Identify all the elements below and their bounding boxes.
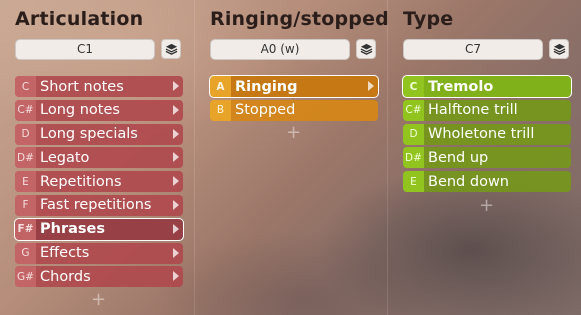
- layers-button[interactable]: [161, 39, 181, 59]
- key-badge: A: [210, 76, 231, 97]
- key-badge: D#: [403, 147, 424, 169]
- chevron-right-icon[interactable]: [173, 223, 179, 234]
- add-button[interactable]: +: [286, 124, 301, 142]
- item-label: Bend up: [428, 149, 489, 166]
- column-title: Articulation: [15, 8, 144, 30]
- item-label: Phrases: [40, 221, 105, 238]
- list-item[interactable]: F Fast repetitions: [15, 194, 183, 216]
- item-label: Legato: [40, 149, 90, 166]
- keyswitch-row: A0 (w): [210, 38, 376, 60]
- item-label: Bend down: [428, 173, 509, 190]
- ringing-list: A Ringing B Stopped: [209, 75, 379, 124]
- item-label: Short notes: [40, 78, 124, 95]
- keyswitch-field[interactable]: C1: [15, 38, 155, 60]
- item-label: Halftone trill: [428, 102, 518, 119]
- item-label: Stopped: [235, 102, 296, 119]
- list-item-selected[interactable]: A Ringing: [209, 75, 379, 98]
- key-badge: D: [403, 123, 424, 145]
- chevron-right-icon[interactable]: [173, 152, 179, 163]
- list-item[interactable]: G Effects: [15, 242, 183, 264]
- layers-icon: [165, 43, 177, 55]
- key-badge: G: [15, 242, 36, 264]
- list-item[interactable]: D Long specials: [15, 123, 183, 145]
- item-label: Wholetone trill: [428, 126, 535, 143]
- key-badge: B: [210, 99, 231, 121]
- item-label: Tremolo: [428, 78, 494, 95]
- list-item-selected[interactable]: F# Phrases: [14, 217, 184, 241]
- chevron-right-icon[interactable]: [173, 176, 179, 187]
- key-badge: E: [15, 171, 36, 193]
- chevron-right-icon[interactable]: [173, 81, 179, 91]
- item-label: Effects: [40, 245, 90, 262]
- item-label: Fast repetitions: [40, 197, 152, 214]
- list-item[interactable]: C# Long notes: [15, 99, 183, 121]
- layers-button[interactable]: [356, 39, 376, 59]
- add-button[interactable]: +: [479, 197, 494, 215]
- layers-icon: [553, 43, 565, 55]
- key-badge: G#: [15, 266, 36, 288]
- keyswitch-field[interactable]: A0 (w): [210, 38, 350, 60]
- type-list: C Tremolo C# Halftone trill D Wholetone tri…: [402, 75, 572, 195]
- layers-button[interactable]: [549, 39, 569, 59]
- chevron-right-icon[interactable]: [173, 104, 179, 115]
- list-item[interactable]: C Short notes: [15, 76, 183, 97]
- keyswitch-field[interactable]: C7: [403, 38, 543, 60]
- keyswitch-row: C1: [15, 38, 181, 60]
- key-badge: F: [15, 194, 36, 216]
- list-item[interactable]: E Repetitions: [15, 171, 183, 193]
- chevron-right-icon[interactable]: [368, 81, 374, 91]
- list-item[interactable]: B Stopped: [210, 99, 378, 121]
- item-label: Long notes: [40, 102, 120, 119]
- column-title: Ringing/stopped: [210, 8, 389, 30]
- item-label: Chords: [40, 268, 91, 285]
- list-item[interactable]: D Wholetone trill: [403, 123, 571, 145]
- item-label: Long specials: [40, 126, 138, 143]
- chevron-right-icon[interactable]: [173, 271, 179, 282]
- column-title: Type: [403, 8, 454, 30]
- add-button[interactable]: +: [91, 291, 106, 309]
- key-badge: C: [15, 76, 36, 97]
- key-badge: C#: [403, 99, 424, 121]
- chevron-right-icon[interactable]: [173, 247, 179, 258]
- layers-icon: [360, 43, 372, 55]
- list-item-selected[interactable]: C Tremolo: [402, 75, 572, 98]
- key-badge: C#: [15, 99, 36, 121]
- list-item[interactable]: D# Bend up: [403, 147, 571, 169]
- key-badge: D#: [15, 147, 36, 169]
- chevron-right-icon[interactable]: [173, 199, 179, 210]
- list-item[interactable]: D# Legato: [15, 147, 183, 169]
- item-label: Ringing: [235, 78, 298, 95]
- articulation-list: C Short notes C# Long notes D Long specials…: [14, 76, 184, 290]
- item-label: Repetitions: [40, 173, 122, 190]
- chevron-right-icon[interactable]: [173, 128, 179, 139]
- list-item[interactable]: C# Halftone trill: [403, 99, 571, 121]
- key-badge: C: [403, 76, 424, 97]
- column-type: Type C7 C Tremolo C# Halftone trill D Whole…: [387, 0, 581, 315]
- keyswitch-row: C7: [403, 38, 569, 60]
- list-item[interactable]: E Bend down: [403, 171, 571, 193]
- column-articulation: Articulation C1 C Short notes C# Long note…: [0, 0, 194, 315]
- column-ringing-stopped: Ringing/stopped A0 (w) A Ringing B Stopped…: [194, 0, 389, 315]
- list-item[interactable]: G# Chords: [15, 266, 183, 288]
- key-badge: D: [15, 123, 36, 145]
- key-badge: F#: [15, 218, 36, 240]
- key-badge: E: [403, 171, 424, 193]
